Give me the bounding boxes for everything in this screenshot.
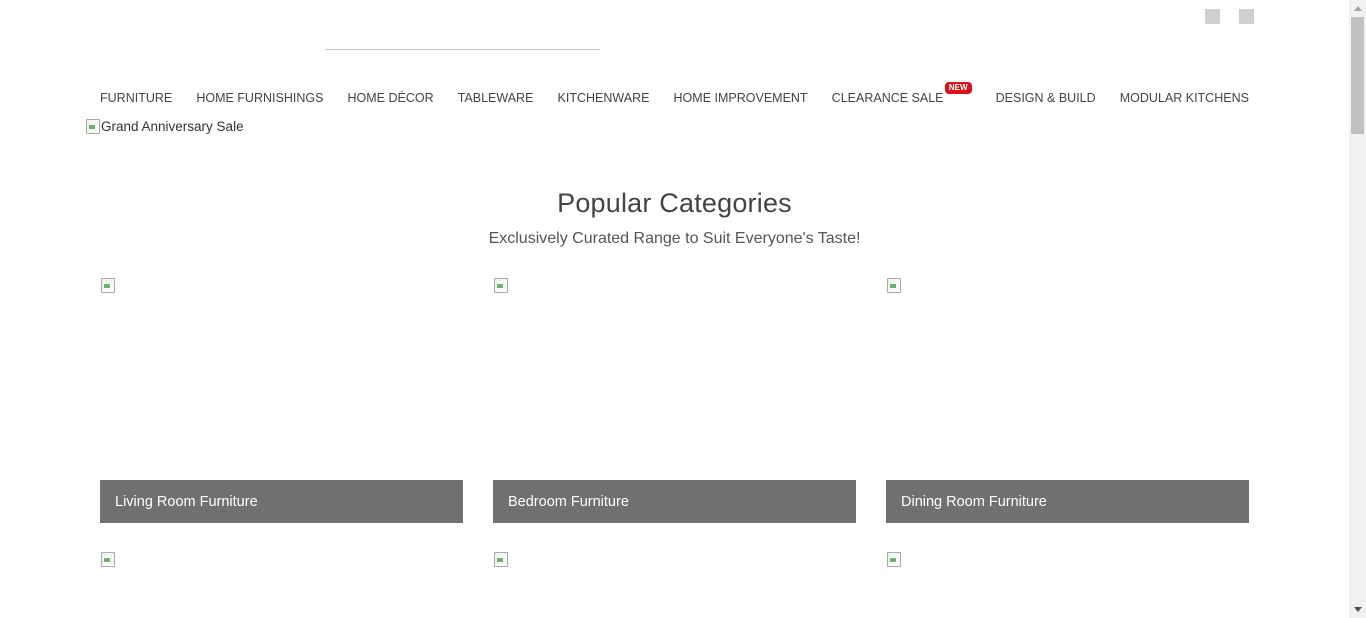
broken-image-icon: [100, 277, 116, 293]
nav-item-tableware[interactable]: TABLEWARE: [458, 91, 534, 105]
scroll-down-button[interactable]: [1349, 601, 1366, 618]
popular-categories-subtitle: Exclusively Curated Range to Suit Everyo…: [488, 230, 861, 247]
category-card-bedroom[interactable]: Bedroom Furniture: [493, 277, 856, 523]
anniversary-sale-banner[interactable]: Grand Anniversary Sale: [85, 118, 244, 134]
nav-item-kitchenware[interactable]: KITCHENWARE: [558, 91, 650, 105]
site-header: [0, 0, 1349, 80]
account-icon[interactable]: [1205, 9, 1220, 24]
nav-item-home-decor[interactable]: HOME DÉCOR: [348, 91, 434, 105]
nav-item-furniture[interactable]: FURNITURE: [100, 91, 172, 105]
category-label[interactable]: Dining Room Furniture: [886, 480, 1249, 523]
nav-item-clearance-sale[interactable]: CLEARANCE SALE NEW: [831, 82, 972, 105]
arrow-up-icon: [1353, 6, 1362, 11]
category-card[interactable]: [100, 551, 463, 611]
category-card-living-room[interactable]: Living Room Furniture: [100, 277, 463, 523]
vertical-scrollbar[interactable]: [1349, 0, 1366, 618]
broken-image-icon: [886, 551, 902, 567]
category-card[interactable]: [493, 551, 856, 611]
broken-image-icon: [493, 551, 509, 567]
category-label[interactable]: Bedroom Furniture: [493, 480, 856, 523]
nav-item-home-furnishings[interactable]: HOME FURNISHINGS: [196, 91, 323, 105]
arrow-down-icon: [1353, 607, 1362, 612]
search-input[interactable]: [325, 49, 600, 50]
banner-alt-text: Grand Anniversary Sale: [101, 118, 244, 134]
scroll-thumb[interactable]: [1351, 17, 1364, 134]
category-card[interactable]: [886, 551, 1249, 611]
broken-image-icon: [886, 277, 902, 293]
main-nav: FURNITURE HOME FURNISHINGS HOME DÉCOR TA…: [100, 82, 1249, 106]
category-label[interactable]: Living Room Furniture: [100, 480, 463, 523]
nav-item-clearance-sale-label: CLEARANCE SALE: [831, 91, 944, 105]
category-card-dining-room[interactable]: Dining Room Furniture: [886, 277, 1249, 523]
cart-icon[interactable]: [1239, 9, 1254, 24]
broken-image-icon: [493, 277, 509, 293]
popular-categories-title: Popular Categories: [557, 188, 792, 218]
nav-item-design-build[interactable]: DESIGN & BUILD: [996, 91, 1096, 105]
broken-image-icon: [100, 551, 116, 567]
scroll-up-button[interactable]: [1349, 0, 1366, 17]
broken-image-icon: [85, 118, 101, 134]
new-badge: NEW: [944, 82, 972, 94]
nav-item-home-improvement[interactable]: HOME IMPROVEMENT: [674, 91, 808, 105]
nav-item-modular-kitchens[interactable]: MODULAR KITCHENS: [1120, 91, 1249, 105]
